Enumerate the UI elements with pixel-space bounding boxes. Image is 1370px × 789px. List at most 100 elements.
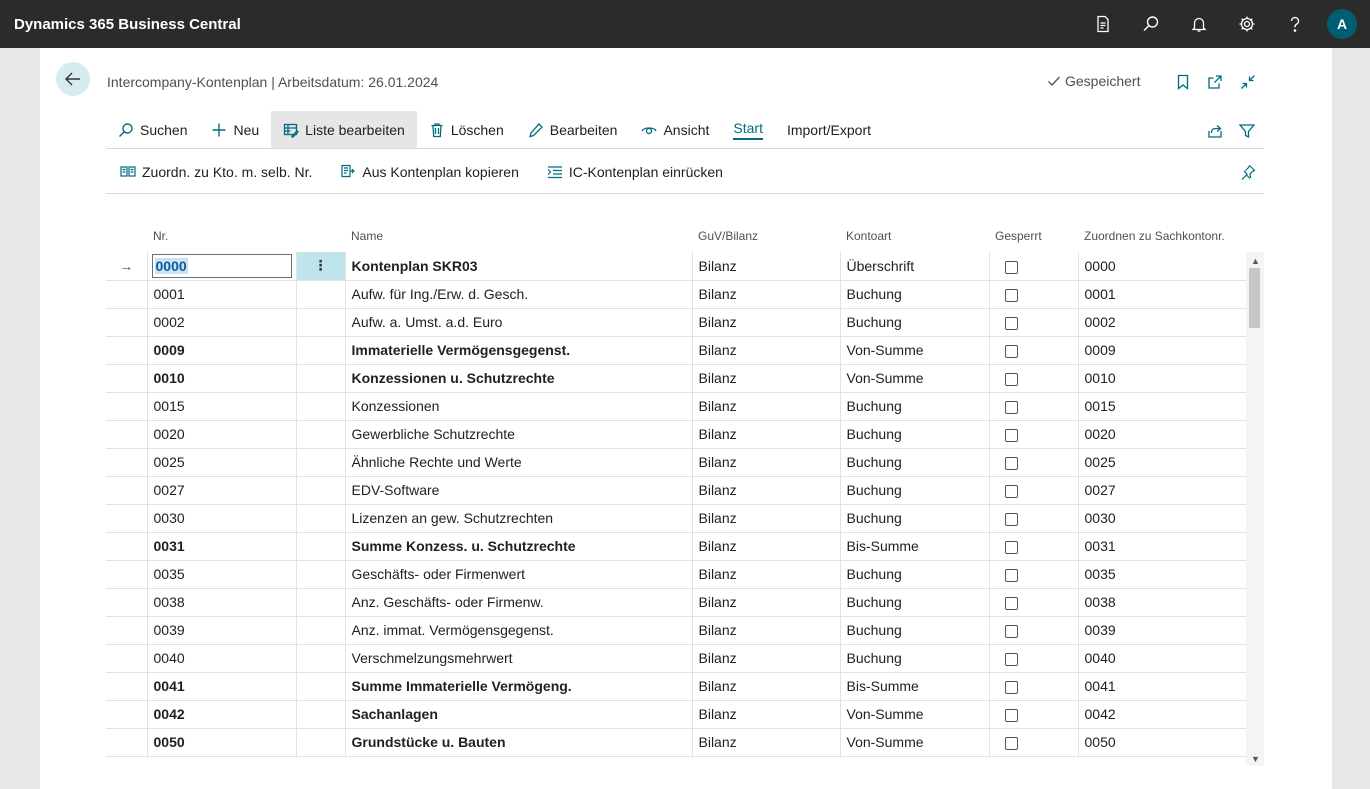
row-menu-cell[interactable] (296, 644, 346, 673)
cell-zuordnen[interactable]: 0035 (1078, 560, 1247, 589)
cell-name[interactable]: Anz. Geschäfts- oder Firmenw. (345, 588, 693, 617)
app-title[interactable]: Dynamics 365 Business Central (14, 16, 1079, 33)
gesperrt-checkbox[interactable] (1005, 372, 1018, 386)
cell-kontoart[interactable]: Buchung (840, 308, 990, 337)
cell-name[interactable]: Immaterielle Vermögensgegenst. (345, 336, 693, 365)
cell-guv[interactable]: Bilanz (692, 616, 841, 645)
cell-guv[interactable]: Bilanz (692, 420, 841, 449)
copy-from-chart-button[interactable]: Aus Kontenplan kopieren (326, 164, 532, 180)
cell-zuordnen[interactable]: 0025 (1078, 448, 1247, 477)
header-zuordnen[interactable]: Zuordnen zu Sachkontonr. (1078, 220, 1246, 252)
cell-zuordnen[interactable]: 0001 (1078, 280, 1247, 309)
cell-kontoart[interactable]: Buchung (840, 588, 990, 617)
cell-kontoart[interactable]: Von-Summe (840, 700, 990, 729)
cell-name[interactable]: Anz. immat. Vermögensgegenst. (345, 616, 693, 645)
gesperrt-checkbox[interactable] (1005, 652, 1018, 666)
scroll-up-arrow-icon[interactable]: ▲ (1251, 256, 1260, 266)
scroll-thumb[interactable] (1249, 268, 1260, 328)
tab-import-export[interactable]: Import/Export (775, 111, 883, 148)
table-row[interactable]: 0042 Sachanlagen Bilanz Von-Summe 0042 (106, 700, 1247, 729)
row-menu-cell[interactable] (296, 588, 346, 617)
table-row[interactable]: 0009 Immaterielle Vermögensgegenst. Bilanz… (106, 336, 1247, 365)
cell-kontoart[interactable]: Buchung (840, 280, 990, 309)
cell-guv[interactable]: Bilanz (692, 280, 841, 309)
vertical-scrollbar[interactable]: ▲ ▼ (1246, 252, 1264, 766)
cell-nr[interactable]: 0025 (147, 448, 297, 477)
table-row[interactable]: 0010 Konzessionen u. Schutzrechte Bilanz Vo… (106, 364, 1247, 393)
table-row[interactable]: 0001 Aufw. für Ing./Erw. d. Gesch. Bilanz B… (106, 280, 1247, 309)
gesperrt-checkbox[interactable] (1005, 624, 1018, 638)
pin-icon[interactable] (1238, 162, 1258, 182)
cell-name[interactable]: Geschäfts- oder Firmenwert (345, 560, 693, 589)
cell-kontoart[interactable]: Buchung (840, 504, 990, 533)
header-guv[interactable]: GuV/Bilanz (692, 220, 840, 252)
table-row[interactable]: 0039 Anz. immat. Vermögensgegenst. Bilanz B… (106, 616, 1247, 645)
edit-button[interactable]: Bearbeiten (516, 111, 630, 148)
cell-guv[interactable]: Bilanz (692, 336, 841, 365)
gesperrt-checkbox[interactable] (1005, 484, 1018, 498)
table-row[interactable]: 0025 Ähnliche Rechte und Werte Bilanz Buchu… (106, 448, 1247, 477)
gesperrt-checkbox[interactable] (1005, 400, 1018, 414)
gesperrt-checkbox[interactable] (1005, 428, 1018, 442)
cell-guv[interactable]: Bilanz (692, 588, 841, 617)
search-icon[interactable] (1127, 0, 1175, 48)
cell-guv[interactable]: Bilanz (692, 448, 841, 477)
cell-kontoart[interactable]: Buchung (840, 420, 990, 449)
cell-kontoart[interactable]: Bis-Summe (840, 672, 990, 701)
gear-icon[interactable] (1223, 0, 1271, 48)
cell-kontoart[interactable]: Buchung (840, 392, 990, 421)
cell-guv[interactable]: Bilanz (692, 560, 841, 589)
cell-nr[interactable]: 0009 (147, 336, 297, 365)
cell-nr[interactable]: 0042 (147, 700, 297, 729)
cell-kontoart[interactable]: Buchung (840, 644, 990, 673)
cell-name[interactable]: Grundstücke u. Bauten (345, 728, 693, 757)
cell-guv[interactable]: Bilanz (692, 308, 841, 337)
gesperrt-checkbox[interactable] (1005, 316, 1018, 330)
cell-zuordnen[interactable]: 0041 (1078, 672, 1247, 701)
row-menu-cell[interactable] (296, 420, 346, 449)
cell-nr[interactable]: 0031 (147, 532, 297, 561)
row-menu-cell[interactable] (296, 364, 346, 393)
cell-zuordnen[interactable]: 0002 (1078, 308, 1247, 337)
cell-nr[interactable]: 0030 (147, 504, 297, 533)
tab-start[interactable]: Start (721, 111, 775, 148)
row-menu-cell[interactable] (296, 616, 346, 645)
cell-name[interactable]: Kontenplan SKR03 (345, 252, 693, 281)
cell-kontoart[interactable]: Überschrift (840, 252, 990, 281)
cell-name[interactable]: Summe Konzess. u. Schutzrechte (345, 532, 693, 561)
cell-guv[interactable]: Bilanz (692, 252, 841, 281)
cell-kontoart[interactable]: Buchung (840, 448, 990, 477)
row-menu-cell[interactable] (296, 560, 346, 589)
delete-button[interactable]: Löschen (417, 111, 516, 148)
document-icon[interactable] (1079, 0, 1127, 48)
cell-guv[interactable]: Bilanz (692, 644, 841, 673)
row-menu-cell[interactable] (296, 280, 346, 309)
gesperrt-checkbox[interactable] (1005, 288, 1018, 302)
gesperrt-checkbox[interactable] (1005, 456, 1018, 470)
cell-zuordnen[interactable]: 0020 (1078, 420, 1247, 449)
cell-nr[interactable]: 0020 (147, 420, 297, 449)
map-same-number-button[interactable]: Zuordn. zu Kto. m. selb. Nr. (106, 164, 326, 180)
cell-guv[interactable]: Bilanz (692, 700, 841, 729)
cell-name[interactable]: Ähnliche Rechte und Werte (345, 448, 693, 477)
cell-kontoart[interactable]: Von-Summe (840, 336, 990, 365)
table-row[interactable]: 0030 Lizenzen an gew. Schutzrechten Bilanz… (106, 504, 1247, 533)
cell-guv[interactable]: Bilanz (692, 728, 841, 757)
gesperrt-checkbox[interactable] (1005, 260, 1018, 274)
open-new-window-icon[interactable] (1205, 72, 1225, 92)
gesperrt-checkbox[interactable] (1005, 512, 1018, 526)
gesperrt-checkbox[interactable] (1005, 708, 1018, 722)
filter-icon[interactable] (1237, 121, 1257, 141)
search-action-button[interactable]: Suchen (106, 111, 199, 148)
cell-nr-value[interactable]: 0000 (154, 257, 188, 274)
cell-zuordnen[interactable]: 0040 (1078, 644, 1247, 673)
cell-nr[interactable]: 0038 (147, 588, 297, 617)
cell-zuordnen[interactable]: 0010 (1078, 364, 1247, 393)
gesperrt-checkbox[interactable] (1005, 540, 1018, 554)
cell-nr[interactable]: 0015 (147, 392, 297, 421)
cell-guv[interactable]: Bilanz (692, 672, 841, 701)
gesperrt-checkbox[interactable] (1005, 596, 1018, 610)
cell-kontoart[interactable]: Buchung (840, 476, 990, 505)
collapse-icon[interactable] (1238, 72, 1258, 92)
cell-name[interactable]: Konzessionen u. Schutzrechte (345, 364, 693, 393)
